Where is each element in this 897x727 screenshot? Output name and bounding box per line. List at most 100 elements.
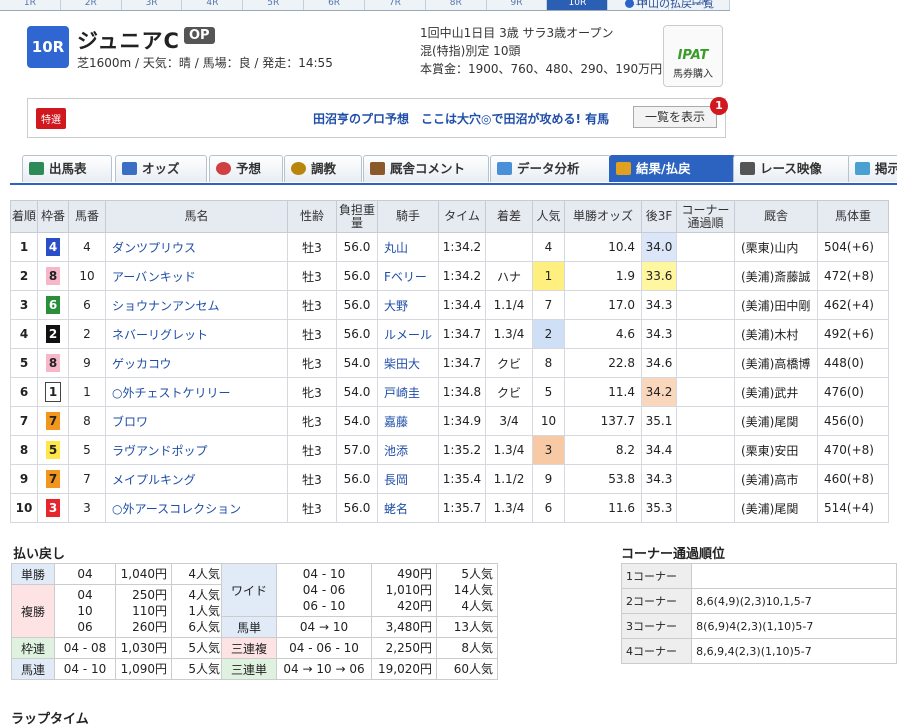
col-last3f: 後3F bbox=[641, 200, 677, 233]
margin-cell: クビ bbox=[485, 348, 533, 378]
jockey-link[interactable]: 丸山 bbox=[384, 241, 408, 255]
horse-name-link[interactable]: ラヴアンドポップ bbox=[112, 444, 208, 458]
payout-yen-value: 3,480円 bbox=[385, 620, 432, 634]
nav-tab-9[interactable]: 掲示板 bbox=[848, 155, 897, 182]
odds-cell: 11.4 bbox=[564, 377, 642, 407]
waku-cell: 4 bbox=[37, 232, 69, 262]
stable-cell: (美浦)木村 bbox=[734, 319, 818, 349]
jockey-link[interactable]: ルメール bbox=[384, 328, 432, 342]
horse-name-link[interactable]: ○外チェストケリリー bbox=[112, 386, 230, 400]
body-weight-cell: 448(0) bbox=[817, 348, 889, 378]
nav-tab-5[interactable]: 厩舎コメント bbox=[363, 155, 489, 182]
nav-divider bbox=[10, 183, 897, 185]
nav-tab-7[interactable]: 結果/払戻 bbox=[609, 155, 736, 182]
result-row: 6 1 1 ○外チェストケリリー 牝3 54.0 戸崎圭 1:34.8 クビ 5 11.4 34.2 (… bbox=[10, 377, 889, 407]
nav-tab-6[interactable]: データ分析 bbox=[490, 155, 611, 182]
horse-name-link[interactable]: ゲッカコウ bbox=[112, 357, 172, 371]
nav-tab-8[interactable]: レース映像 bbox=[733, 155, 851, 182]
time-cell: 1:34.7 bbox=[438, 319, 486, 349]
horse-name-link[interactable]: アーバンキッド bbox=[112, 270, 196, 284]
corner-row: 4コーナー 8,6,9,4(2,3)(1,10)5-7 bbox=[620, 638, 897, 664]
col-margin: 着差 bbox=[485, 200, 533, 233]
sex-age-cell: 牡3 bbox=[287, 319, 337, 349]
horse-name-link[interactable]: ブロワ bbox=[112, 415, 148, 429]
race-tab-2R[interactable]: 2R bbox=[60, 0, 122, 10]
race-tab-6R[interactable]: 6R bbox=[304, 0, 365, 10]
time-cell: 1:34.8 bbox=[438, 377, 486, 407]
odds-cell: 4.6 bbox=[564, 319, 642, 349]
jockey-link[interactable]: 池添 bbox=[384, 444, 408, 458]
payout-nums-value: 04 - 06 - 10 bbox=[289, 641, 359, 655]
race-tab-1R[interactable]: 1R bbox=[0, 0, 61, 10]
corner-label: 1コーナー bbox=[620, 563, 693, 589]
jockey-link[interactable]: 柴田大 bbox=[384, 357, 420, 371]
film-icon bbox=[740, 162, 755, 175]
nav-tab-4[interactable]: 調教 bbox=[284, 155, 362, 182]
race-tab-7R[interactable]: 7R bbox=[364, 0, 426, 10]
show-list-button[interactable]: 一覧を表示 bbox=[633, 106, 717, 128]
popularity-cell: 1 bbox=[532, 261, 565, 291]
corner-cell bbox=[676, 435, 735, 465]
jockey-link[interactable]: 嘉藤 bbox=[384, 415, 408, 429]
result-row: 3 6 6 ショウナンアンセム 牡3 56.0 大野 1:34.4 1.1/4 7 17.0 34.3… bbox=[10, 290, 889, 320]
weight-cell: 56.0 bbox=[336, 319, 378, 349]
last3f-cell: 33.6 bbox=[641, 261, 677, 291]
weight-cell: 56.0 bbox=[336, 464, 378, 494]
race-number-badge: 10R bbox=[27, 26, 69, 68]
weight-cell: 56.0 bbox=[336, 290, 378, 320]
horse-name-link[interactable]: ダンツプリウス bbox=[112, 241, 196, 255]
jockey-link[interactable]: Fベリー bbox=[384, 270, 427, 284]
horse-name-cell: ブロワ bbox=[105, 406, 288, 436]
payout-yen: 2,250円 bbox=[371, 637, 437, 659]
horse-name-link[interactable]: メイプルキング bbox=[112, 473, 196, 487]
jockey-link[interactable]: 大野 bbox=[384, 299, 408, 313]
corner-value: 8,6(4,9)(2,3)10,1,5-7 bbox=[691, 588, 897, 614]
jockey-cell: Fベリー bbox=[377, 261, 439, 291]
payout-nums-value: 06 bbox=[77, 620, 93, 634]
col-waku: 枠番 bbox=[37, 200, 69, 233]
result-row: 5 8 9 ゲッカコウ 牝3 54.0 柴田大 1:34.7 クビ 8 22.8 34.6 (美浦)高橋… bbox=[10, 348, 889, 378]
race-tab-3R[interactable]: 3R bbox=[121, 0, 183, 10]
horse-name-cell: メイプルキング bbox=[105, 464, 288, 494]
promo-link[interactable]: 田沼亨のプロ予想 ここは大穴◎で田沼が攻める! 有馬 bbox=[313, 110, 609, 127]
race-tab-8R[interactable]: 8R bbox=[425, 0, 487, 10]
weight-cell: 54.0 bbox=[336, 377, 378, 407]
last3f-cell: 34.4 bbox=[641, 435, 677, 465]
payout-yen-value: 260円 bbox=[132, 620, 167, 634]
horse-name-link[interactable]: ネバーリグレット bbox=[112, 328, 208, 342]
jockey-cell: ルメール bbox=[377, 319, 439, 349]
stable-cell: (美浦)尾関 bbox=[734, 493, 818, 523]
race-tab-4R[interactable]: 4R bbox=[182, 0, 244, 10]
payout-yen-value: 2,250円 bbox=[385, 641, 432, 655]
payout-list-link[interactable]: 中山の払戻一覧 bbox=[625, 0, 714, 11]
stable-cell: (美浦)田中剛 bbox=[734, 290, 818, 320]
nav-tab-label: 予想 bbox=[236, 161, 262, 176]
race-tab-9R[interactable]: 9R bbox=[486, 0, 548, 10]
sex-age-cell: 牡3 bbox=[287, 261, 337, 291]
race-info-line: 混(特指)別定 10頭 bbox=[420, 44, 521, 58]
nav-tab-1[interactable]: 出馬表 bbox=[22, 155, 112, 182]
payout-nums: 04 - 10 bbox=[54, 658, 116, 680]
corner-cell bbox=[676, 348, 735, 378]
waku-badge: 7 bbox=[46, 412, 60, 430]
horse-name-cell: ゲッカコウ bbox=[105, 348, 288, 378]
payout-row: 馬単 04 → 10 3,480円 13人気 bbox=[221, 616, 498, 638]
horse-name-link[interactable]: ○外アースコレクション bbox=[112, 502, 241, 516]
race-tab-5R[interactable]: 5R bbox=[243, 0, 305, 10]
jockey-link[interactable]: 戸崎圭 bbox=[384, 386, 420, 400]
stable-cell: (美浦)尾関 bbox=[734, 406, 818, 436]
nav-tab-3[interactable]: 予想 bbox=[209, 155, 283, 182]
waku-cell: 5 bbox=[37, 435, 69, 465]
odds-cell: 10.4 bbox=[564, 232, 642, 262]
uma-cell: 9 bbox=[68, 348, 106, 378]
payout-nums-value: 04 - 08 bbox=[63, 641, 107, 655]
nav-tab-2[interactable]: オッズ bbox=[115, 155, 207, 182]
payout-nums-value: 10 bbox=[77, 604, 93, 618]
ipat-purchase-button[interactable]: IPAT 馬券購入 bbox=[663, 25, 723, 87]
rank-cell: 6 bbox=[10, 377, 38, 407]
jockey-link[interactable]: 蛯名 bbox=[384, 502, 408, 516]
odds-cell: 17.0 bbox=[564, 290, 642, 320]
race-tab-10R[interactable]: 10R bbox=[547, 0, 609, 10]
jockey-link[interactable]: 長岡 bbox=[384, 473, 408, 487]
horse-name-link[interactable]: ショウナンアンセム bbox=[112, 299, 220, 313]
